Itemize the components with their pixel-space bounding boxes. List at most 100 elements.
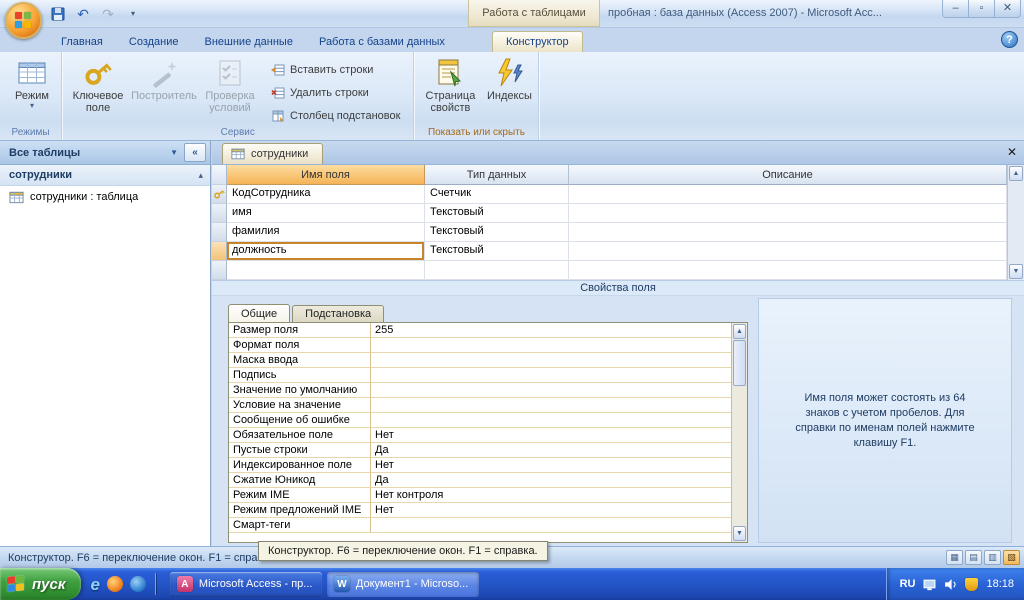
property-value-field[interactable]: Нет контроля <box>371 488 731 503</box>
field-description-cell[interactable] <box>569 223 1007 242</box>
property-value-field[interactable]: 255 <box>371 323 731 338</box>
taskbar-button-access[interactable]: A Microsoft Access - пр... <box>169 571 322 597</box>
save-button[interactable] <box>48 4 68 23</box>
field-description-cell[interactable] <box>569 242 1007 261</box>
row-selector[interactable] <box>212 242 227 261</box>
primary-key-button[interactable]: Ключевое поле <box>65 54 131 114</box>
property-grid-scrollbar[interactable]: ▲ ▼ <box>731 323 747 542</box>
security-shield-icon[interactable] <box>965 577 979 591</box>
field-name-cell[interactable]: должность <box>227 242 425 261</box>
field-description-cell[interactable] <box>569 185 1007 204</box>
field-name-cell[interactable] <box>227 261 425 280</box>
row-selector[interactable] <box>212 223 227 242</box>
scroll-down-icon[interactable]: ▼ <box>1009 264 1023 279</box>
property-value-field[interactable]: Нет <box>371 458 731 473</box>
property-value-field[interactable] <box>371 353 731 368</box>
grid-vertical-scrollbar[interactable]: ▲ ▼ <box>1007 165 1024 280</box>
redo-button[interactable]: ↷ <box>98 4 118 23</box>
ribbon-tab[interactable]: Внешние данные <box>192 32 306 52</box>
nav-collapse-button[interactable]: « <box>184 143 206 162</box>
language-indicator[interactable]: RU <box>900 578 916 590</box>
field-description-cell[interactable] <box>569 204 1007 223</box>
delete-rows-button[interactable]: Удалить строки <box>269 83 406 102</box>
property-row: Смарт-теги <box>229 518 731 533</box>
field-properties-caption: Свойства поля <box>212 280 1024 296</box>
maximize-button[interactable]: ▫ <box>968 0 995 18</box>
view-button[interactable]: Режим ▾ <box>6 54 58 110</box>
close-document-icon[interactable]: ✕ <box>1007 146 1017 158</box>
lookup-column-button[interactable]: Столбец подстановок <box>269 106 406 125</box>
property-value-field[interactable] <box>371 518 731 533</box>
nav-group-header[interactable]: сотрудники ▴ <box>0 165 210 186</box>
design-view-button[interactable]: ▧ <box>1003 550 1020 565</box>
chevron-down-icon[interactable]: ▼ <box>170 148 178 157</box>
field-description-cell[interactable] <box>569 261 1007 280</box>
volume-icon[interactable] <box>944 578 957 591</box>
row-selector[interactable] <box>212 204 227 223</box>
scroll-up-icon[interactable]: ▲ <box>1009 166 1023 181</box>
primary-key-icon <box>213 188 225 200</box>
document-tab[interactable]: сотрудники <box>222 143 324 164</box>
close-button[interactable]: ✕ <box>994 0 1021 18</box>
property-label: Размер поля <box>229 323 371 338</box>
minimize-button[interactable]: – <box>942 0 969 18</box>
ribbon-tab[interactable]: Главная <box>48 32 116 52</box>
group-label-show-hide[interactable]: Показать или скрыть <box>414 127 538 138</box>
row-selector[interactable] <box>212 185 227 204</box>
property-tab[interactable]: Общие <box>228 304 291 324</box>
property-value-field[interactable]: Да <box>371 473 731 488</box>
scroll-up-icon[interactable]: ▲ <box>733 324 746 339</box>
scroll-down-icon[interactable]: ▼ <box>733 526 746 541</box>
group-label-tools[interactable]: Сервис <box>62 127 413 138</box>
property-value-field[interactable]: Нет <box>371 503 731 518</box>
taskbar-button-word[interactable]: W Документ1 - Microso... <box>326 571 479 597</box>
property-value-field[interactable]: Нет <box>371 428 731 443</box>
column-header-data-type[interactable]: Тип данных <box>425 165 569 185</box>
insert-rows-button[interactable]: Вставить строки <box>269 60 406 79</box>
ribbon-tab-design[interactable]: Конструктор <box>491 31 583 52</box>
row-selector[interactable] <box>212 261 227 280</box>
pivotchart-view-button[interactable]: ▥ <box>984 550 1001 565</box>
undo-button[interactable]: ↶ <box>73 4 93 23</box>
field-type-cell[interactable] <box>425 261 569 280</box>
ribbon-tab[interactable]: Работа с базами данных <box>306 32 458 52</box>
field-name-cell[interactable]: фамилия <box>227 223 425 242</box>
browser-globe-icon[interactable] <box>129 576 146 592</box>
datasheet-view-button[interactable]: ▦ <box>946 550 963 565</box>
property-sheet-button[interactable]: Страница свойств <box>417 54 483 114</box>
property-value-field[interactable]: Да <box>371 443 731 458</box>
field-name-cell[interactable]: имя <box>227 204 425 223</box>
office-button[interactable] <box>5 2 42 39</box>
field-type-cell[interactable]: Текстовый <box>425 242 569 261</box>
column-header-field-name[interactable]: Имя поля <box>227 165 425 185</box>
help-button[interactable]: ? <box>1001 31 1018 48</box>
taskbar: пуск e A Microsoft Access - пр... W Доку… <box>0 568 1024 600</box>
nav-group-label: сотрудники <box>9 169 73 181</box>
indexes-button[interactable]: Индексы <box>483 54 535 102</box>
property-value-field[interactable] <box>371 383 731 398</box>
scrollbar-thumb[interactable] <box>733 340 746 386</box>
property-tab[interactable]: Подстановка <box>292 305 385 323</box>
internet-explorer-icon[interactable]: e <box>90 576 99 593</box>
property-value-field[interactable] <box>371 398 731 413</box>
firefox-icon[interactable] <box>106 576 123 592</box>
property-value-field[interactable] <box>371 413 731 428</box>
property-value-field[interactable] <box>371 368 731 383</box>
clock[interactable]: 18:18 <box>986 578 1014 590</box>
nav-pane-header[interactable]: Все таблицы ▼ « <box>0 141 210 165</box>
nav-table-item[interactable]: сотрудники : таблица <box>0 186 210 208</box>
property-value-field[interactable] <box>371 338 731 353</box>
test-validation-button[interactable]: Проверка условий <box>197 54 263 114</box>
qat-customize-button[interactable]: ▾ <box>123 4 143 23</box>
group-label-views[interactable]: Режимы <box>0 127 61 138</box>
pivottable-view-button[interactable]: ▤ <box>965 550 982 565</box>
start-button[interactable]: пуск <box>0 568 82 600</box>
field-name-cell[interactable]: КодСотрудника <box>227 185 425 204</box>
field-type-cell[interactable]: Счетчик <box>425 185 569 204</box>
field-type-cell[interactable]: Текстовый <box>425 223 569 242</box>
field-type-cell[interactable]: Текстовый <box>425 204 569 223</box>
ribbon-tab[interactable]: Создание <box>116 32 192 52</box>
column-header-description[interactable]: Описание <box>569 165 1007 185</box>
display-icon[interactable] <box>923 578 936 591</box>
builder-button[interactable]: Построитель <box>131 54 197 102</box>
